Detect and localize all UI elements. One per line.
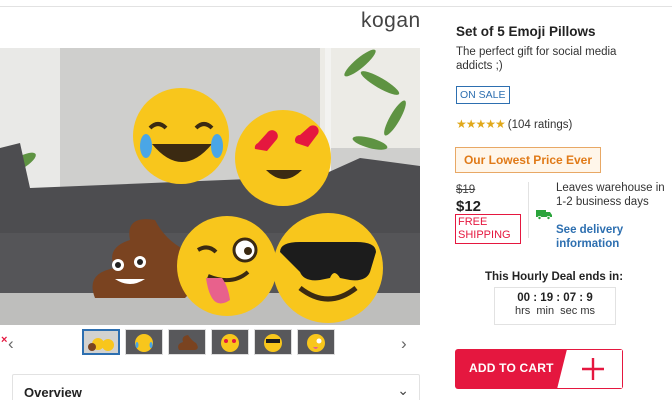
delivery-truck-icon <box>536 210 552 220</box>
main-product-image[interactable] <box>0 48 420 325</box>
product-title: Set of 5 Emoji Pillows <box>456 24 596 39</box>
thumbnail-4-image <box>212 330 248 354</box>
add-to-cart-button[interactable]: ADD TO CART <box>455 349 623 389</box>
thumbnail-3[interactable] <box>168 329 206 355</box>
logo-text: kogan <box>361 9 421 32</box>
free-shipping-badge: FREE SHIPPING <box>455 214 521 244</box>
deal-countdown: 00 : 19 : 07 : 9 hrs min sec ms <box>494 287 616 325</box>
product-subtitle: The perfect gift for social media addict… <box>456 46 617 72</box>
thumbnail-3-image <box>169 330 205 354</box>
rating[interactable]: ★★★★★ (104 ratings) <box>456 117 572 131</box>
deal-label: This Hourly Deal ends in: <box>485 271 624 283</box>
kogan-logo[interactable]: kogan <box>361 9 421 33</box>
old-price: $19 <box>456 184 476 196</box>
add-to-cart-label: ADD TO CART <box>469 361 554 375</box>
on-sale-badge: ON SALE <box>456 86 510 104</box>
countdown-digits: 00 : 19 : 07 : 9 <box>517 292 593 304</box>
current-price: $12 <box>456 198 482 215</box>
overview-label: Overview <box>24 385 82 400</box>
thumbnail-5-image <box>255 330 291 354</box>
lowest-price-badge: Our Lowest Price Ever <box>455 147 601 173</box>
overview-accordion[interactable]: Overview ⌄ <box>12 374 420 400</box>
delivery-info-link[interactable]: See delivery information <box>556 223 666 251</box>
close-icon[interactable]: × <box>1 334 7 346</box>
thumbnail-5[interactable] <box>254 329 292 355</box>
thumbnail-1-image <box>84 331 118 353</box>
thumbnail-1[interactable] <box>82 329 120 355</box>
countdown-units: hrs min sec ms <box>514 305 596 317</box>
thumbnail-2[interactable] <box>125 329 163 355</box>
thumbnail-6-image <box>298 330 334 354</box>
chevron-right-icon[interactable]: › <box>401 334 407 354</box>
thumbnail-4[interactable] <box>211 329 249 355</box>
star-rating-icon: ★★★★★ <box>456 117 506 131</box>
thumbnail-2-image <box>126 330 162 354</box>
rating-count: (104 ratings) <box>507 119 573 131</box>
emoji-pillows-photo <box>0 48 420 325</box>
chevron-down-icon: ⌄ <box>397 382 409 398</box>
plus-icon <box>556 349 623 389</box>
top-divider <box>0 6 672 7</box>
thumbnail-6[interactable] <box>297 329 335 355</box>
price-divider <box>528 182 529 238</box>
chevron-left-icon[interactable]: ‹ <box>8 334 14 354</box>
shipping-info: Leaves warehouse in 1-2 business days <box>556 182 665 208</box>
